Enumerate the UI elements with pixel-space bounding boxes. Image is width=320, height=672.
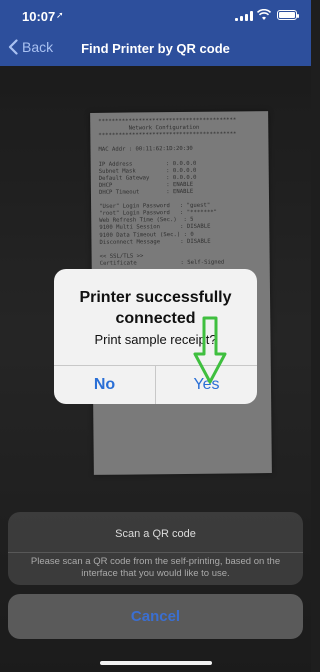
status-bar: 10:07 ➚ bbox=[0, 0, 311, 32]
sheet-divider bbox=[8, 552, 303, 553]
wifi-icon bbox=[257, 9, 271, 20]
location-icon: ➚ bbox=[56, 10, 64, 20]
page-title: Find Printer by QR code bbox=[81, 41, 230, 56]
scan-qr-sheet: Scan a QR code Please scan a QR code fro… bbox=[8, 512, 303, 585]
home-indicator[interactable] bbox=[100, 661, 212, 665]
status-time: 10:07 bbox=[22, 9, 56, 24]
cellular-signal-icon bbox=[235, 11, 253, 21]
sheet-message: Please scan a QR code from the self-prin… bbox=[30, 556, 281, 579]
sheet-title: Scan a QR code bbox=[115, 528, 196, 540]
navigation-bar: Back Find Printer by QR code bbox=[0, 32, 311, 66]
cancel-button[interactable]: Cancel bbox=[8, 594, 303, 639]
no-button[interactable]: No bbox=[54, 366, 155, 404]
down-arrow-icon bbox=[193, 316, 227, 384]
battery-icon bbox=[277, 10, 299, 20]
